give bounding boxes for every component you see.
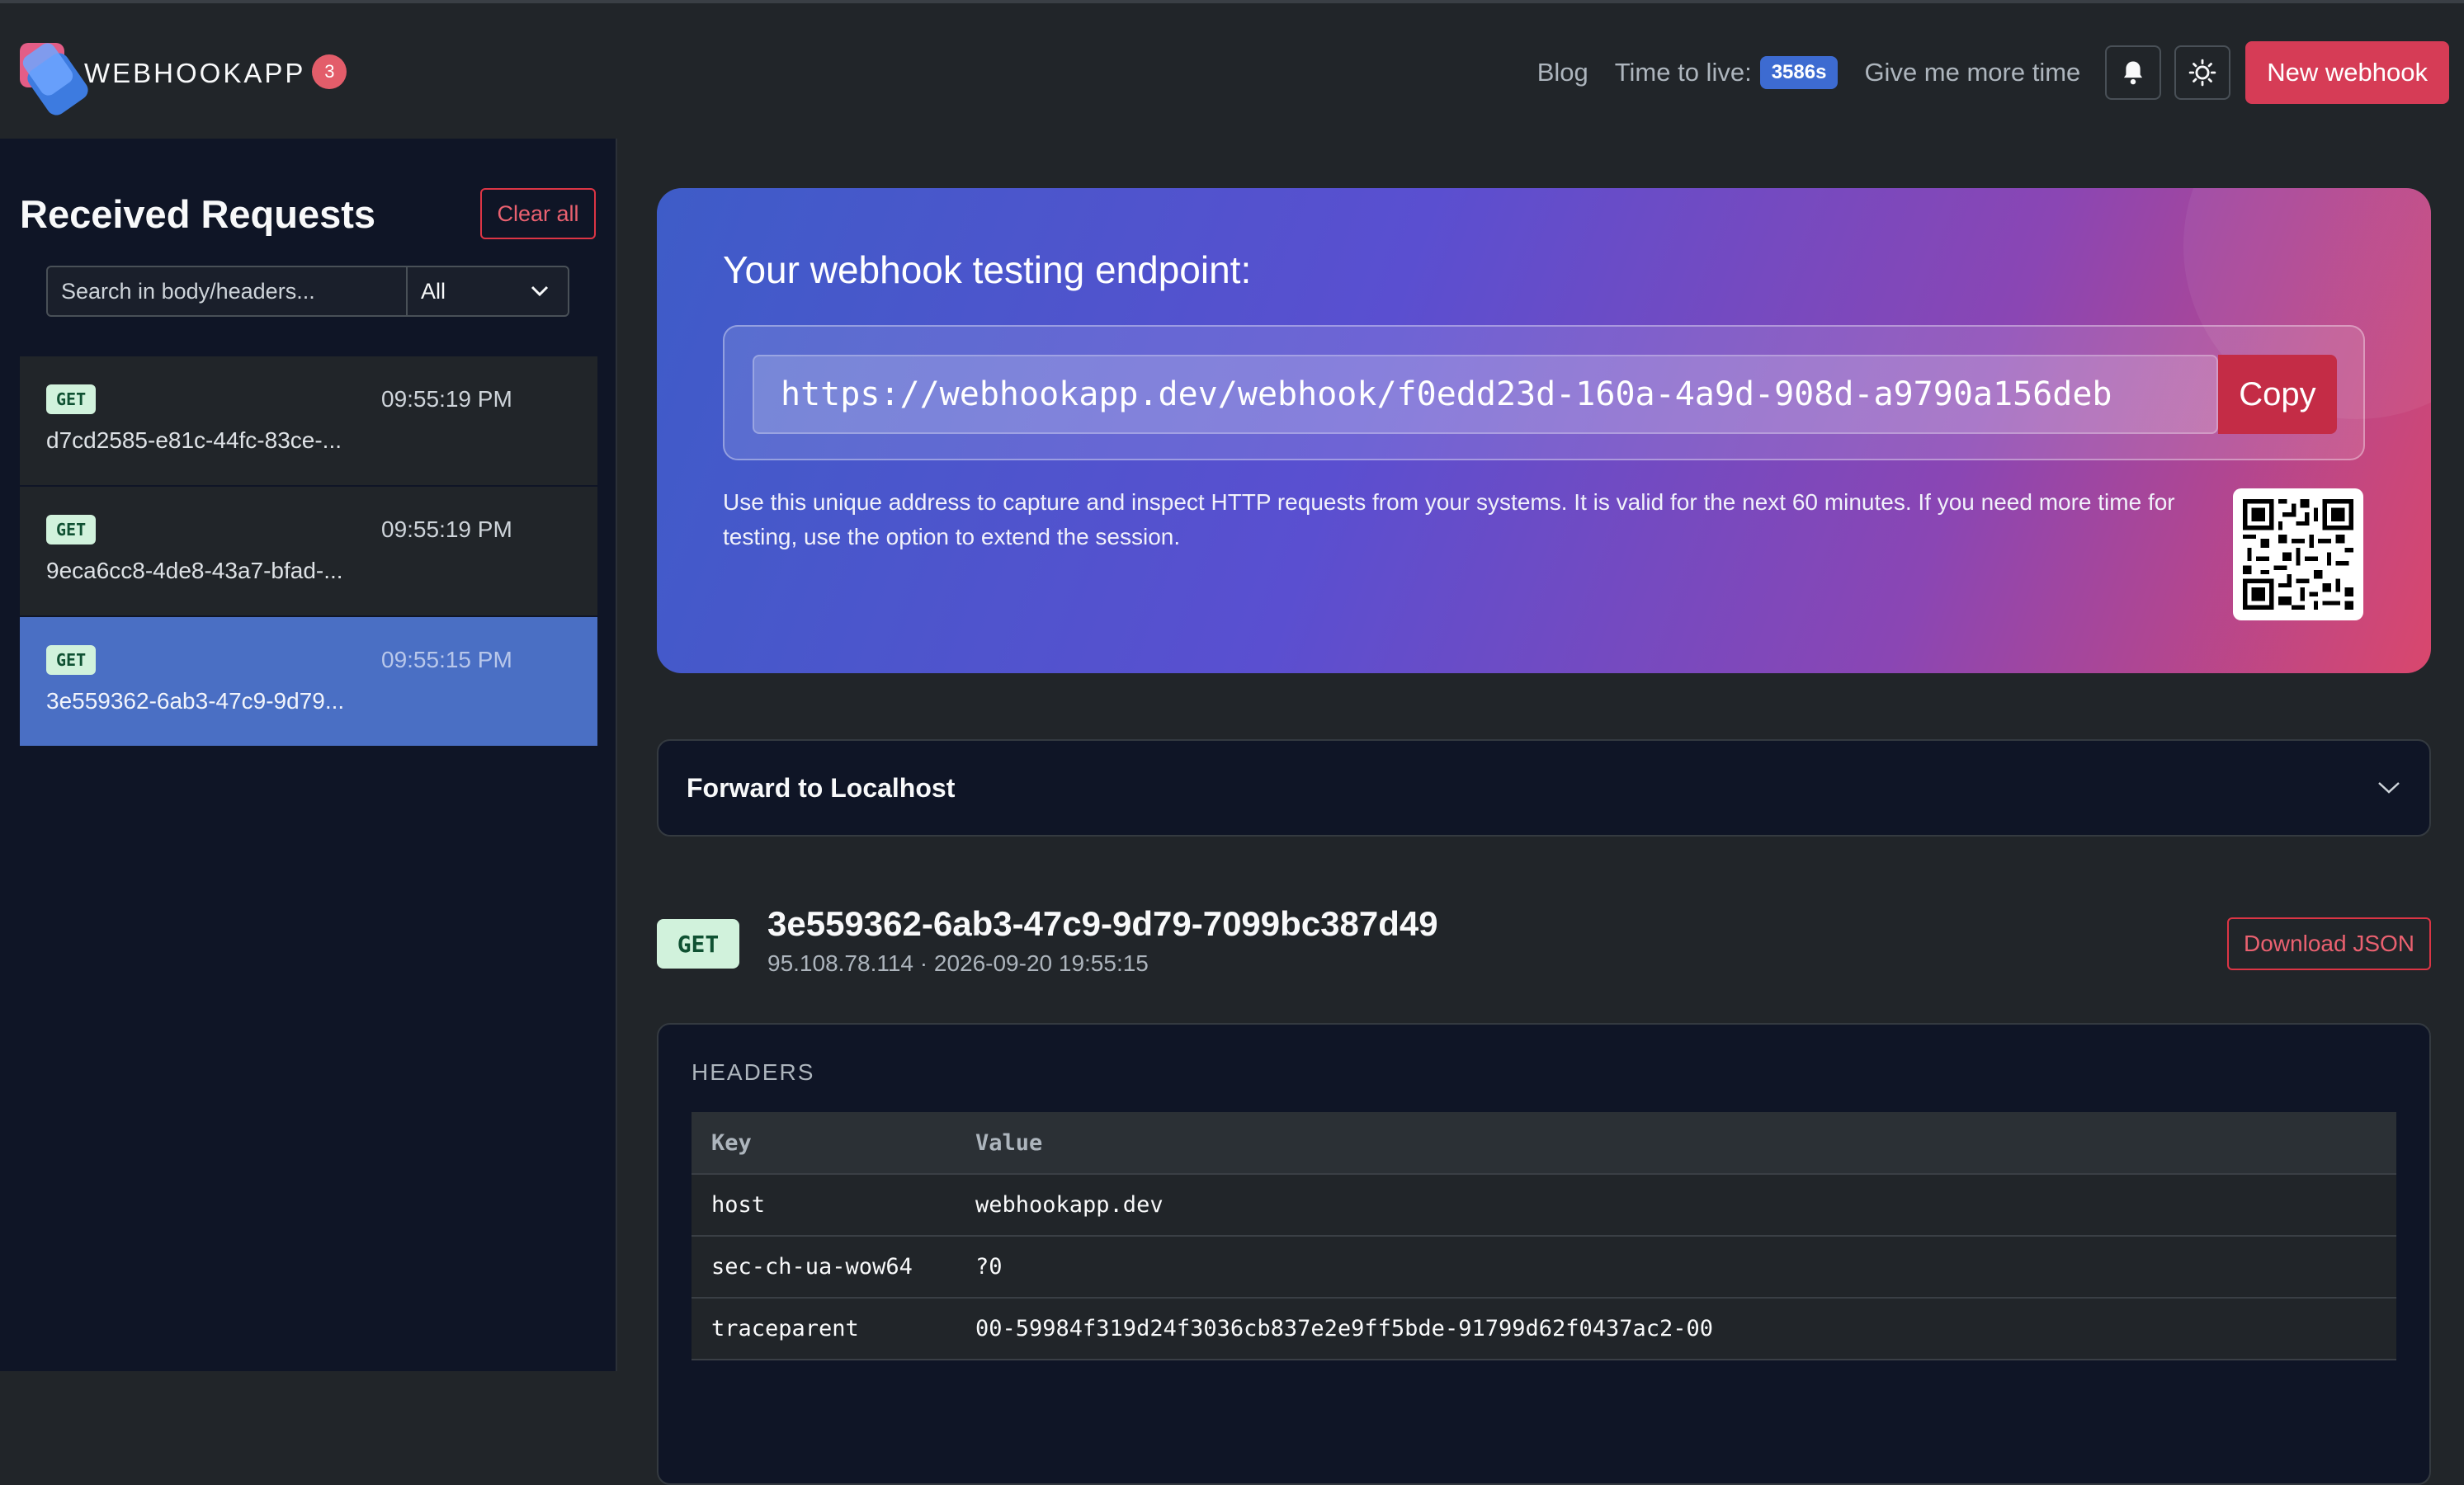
request-time: 09:55:15 PM <box>381 647 512 672</box>
ttl-label: Time to live: <box>1614 58 1752 87</box>
chevron-down-icon <box>2378 782 2400 794</box>
qr-code-icon <box>2233 488 2363 620</box>
nav-right: Blog Time to live: 3586s Give me more ti… <box>1511 41 2449 104</box>
header-value: 00-59984f319d24f3036cb837e2e9ff5bde-9179… <box>956 1298 2396 1360</box>
endpoint-box: https://webhookapp.dev/webhook/f0edd23d-… <box>723 325 2365 460</box>
header-value: webhookapp.dev <box>956 1174 2396 1237</box>
endpoint-description: Use this unique address to capture and i… <box>723 489 2175 549</box>
chevron-down-icon <box>531 285 549 297</box>
sidebar: Received Requests Clear all All GET 09:5… <box>0 139 617 1371</box>
header-key: host <box>692 1174 956 1237</box>
headers-table: Key Value host webhookapp.dev sec-ch-ua-… <box>692 1112 2396 1360</box>
brand-name: WEBHOOKAPP <box>84 58 306 88</box>
request-time: 09:55:19 PM <box>381 516 512 542</box>
copy-button[interactable]: Copy <box>2218 355 2337 434</box>
table-row: host webhookapp.dev <box>692 1174 2396 1237</box>
more-time-link[interactable]: Give me more time <box>1864 58 2080 87</box>
forward-title: Forward to Localhost <box>687 772 956 803</box>
column-header: Value <box>956 1112 2396 1175</box>
table-header-row: Key Value <box>692 1112 2396 1175</box>
request-id: 3e559362-6ab3-47c9-9d79... <box>46 688 345 714</box>
method-badge: GET <box>46 515 97 544</box>
request-item[interactable]: GET 09:55:19 PM 9eca6cc8-4de8-43a7-bfad-… <box>20 487 597 617</box>
request-item[interactable]: GET 09:55:19 PM d7cd2585-e81c-44fc-83ce-… <box>20 356 597 487</box>
request-item-selected[interactable]: GET 09:55:15 PM 3e559362-6ab3-47c9-9d79.… <box>20 617 597 747</box>
webhookapp-logo <box>18 38 92 120</box>
request-time: 09:55:19 PM <box>381 386 512 412</box>
request-id: 9eca6cc8-4de8-43a7-bfad-... <box>46 558 343 583</box>
notifications-button[interactable] <box>2105 45 2162 100</box>
blog-link[interactable]: Blog <box>1537 58 1588 87</box>
table-row: traceparent 00-59984f319d24f3036cb837e2e… <box>692 1298 2396 1360</box>
request-id: d7cd2585-e81c-44fc-83ce-... <box>46 427 342 453</box>
top-navbar: WEBHOOKAPP 3 Blog Time to live: 3586s Gi… <box>0 0 2464 139</box>
table-row: sec-ch-ua-wow64 ?0 <box>692 1236 2396 1299</box>
request-count-badge: 3 <box>312 54 347 89</box>
search-input[interactable] <box>48 267 408 315</box>
clear-all-button[interactable]: Clear all <box>480 188 596 239</box>
bell-icon <box>2124 61 2143 85</box>
search-group: All <box>46 266 569 317</box>
endpoint-title: Your webhook testing endpoint: <box>723 248 1252 291</box>
column-header: Key <box>692 1112 956 1175</box>
headers-title: HEADERS <box>692 1059 815 1085</box>
detail-method-badge: GET <box>657 919 739 969</box>
header-key: sec-ch-ua-wow64 <box>692 1236 956 1299</box>
detail-meta: 95.108.78.114 · 2026-09-20 19:55:15 <box>767 950 1149 976</box>
headers-card: HEADERS Key Value host webhookapp.dev se… <box>657 1023 2431 1485</box>
method-badge: GET <box>46 645 97 675</box>
new-webhook-button[interactable]: New webhook <box>2245 41 2449 104</box>
method-filter-select[interactable]: All <box>408 267 568 315</box>
header-key: traceparent <box>692 1298 956 1360</box>
sun-icon <box>2188 59 2216 87</box>
method-badge: GET <box>46 384 97 414</box>
theme-toggle-button[interactable] <box>2174 45 2231 100</box>
detail-request-id: 3e559362-6ab3-47c9-9d79-7099bc387d49 <box>767 904 1438 943</box>
forward-localhost-accordion[interactable]: Forward to Localhost <box>657 739 2431 837</box>
endpoint-hero-card: Your webhook testing endpoint: https://w… <box>657 188 2431 673</box>
request-list: GET 09:55:19 PM d7cd2585-e81c-44fc-83ce-… <box>20 356 597 747</box>
endpoint-url-field[interactable]: https://webhookapp.dev/webhook/f0edd23d-… <box>753 355 2218 434</box>
sidebar-title: Received Requests <box>20 192 376 236</box>
download-json-button[interactable]: Download JSON <box>2227 917 2431 970</box>
brand[interactable]: WEBHOOKAPP 3 <box>18 38 347 120</box>
filter-value: All <box>421 278 446 304</box>
ttl-badge: 3586s <box>1759 56 1839 89</box>
header-value: ?0 <box>956 1236 2396 1299</box>
